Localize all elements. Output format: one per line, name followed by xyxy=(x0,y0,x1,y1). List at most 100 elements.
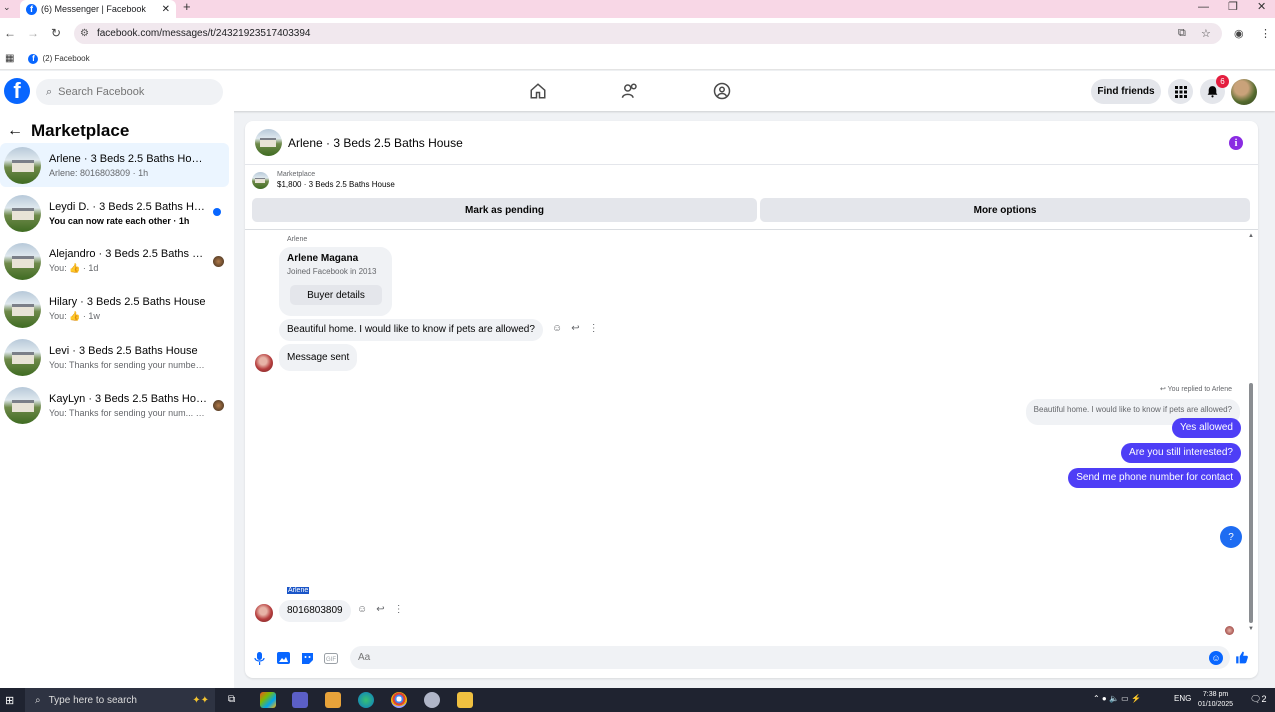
like-thumb-icon[interactable] xyxy=(1235,650,1249,664)
conversation-item[interactable]: KayLyn · 3 Beds 2.5 Baths House You: Tha… xyxy=(0,383,229,427)
info-icon[interactable]: i xyxy=(1229,136,1243,150)
conversation-name: Leydi D. · 3 Beds 2.5 Baths House xyxy=(49,200,207,213)
apps-grid-icon[interactable]: ▦ xyxy=(5,53,14,64)
notification-center-icon[interactable]: 🗨2 xyxy=(1250,694,1266,705)
back-icon[interactable]: ← xyxy=(4,26,16,40)
marketplace-sidebar: ← Marketplace Arlene · 3 Beds 2.5 Baths … xyxy=(0,111,234,688)
listing-thumbnail xyxy=(252,171,269,189)
new-tab-icon[interactable]: + xyxy=(183,0,191,14)
mark-as-pending-button[interactable]: Mark as pending xyxy=(252,198,757,222)
listing-summary[interactable]: Marketplace $1,800 · 3 Beds 2.5 Baths Ho… xyxy=(252,171,395,189)
restore-icon[interactable]: ❐ xyxy=(1228,0,1238,18)
windows-start-icon[interactable]: ⊞ xyxy=(5,694,14,707)
profile-icon[interactable]: ◉ xyxy=(1234,27,1244,40)
divider xyxy=(245,229,1258,230)
reply-icon[interactable]: ↩ xyxy=(376,604,384,615)
site-info-icon[interactable]: ⚙ xyxy=(80,28,89,39)
reload-icon[interactable]: ↻ xyxy=(51,26,61,40)
gif-icon[interactable]: GIF xyxy=(324,651,338,665)
taskbar-search[interactable]: ⌕ Type here to search ✦✦ xyxy=(25,688,215,712)
outgoing-message[interactable]: Are you still interested? xyxy=(1121,443,1241,463)
account-avatar[interactable] xyxy=(1231,79,1257,105)
store-app-icon[interactable] xyxy=(325,692,341,708)
more-icon[interactable]: ⋮ xyxy=(589,323,599,334)
reply-arrow-icon: ↩ xyxy=(1159,386,1168,393)
outgoing-message[interactable]: Send me phone number for contact xyxy=(1068,468,1241,488)
tab-close-icon[interactable]: ✕ xyxy=(162,4,170,15)
minimize-icon[interactable]: — xyxy=(1198,0,1209,18)
react-emoji-icon[interactable]: ☺ xyxy=(357,604,367,615)
browser-menu-icon[interactable]: ⋮ xyxy=(1260,27,1271,40)
search-input[interactable] xyxy=(58,86,209,98)
conversation-item[interactable]: Leydi D. · 3 Beds 2.5 Baths House You ca… xyxy=(0,191,229,235)
bookmark-star-icon[interactable]: ☆ xyxy=(1201,27,1211,40)
outgoing-message[interactable]: Yes allowed xyxy=(1171,418,1241,438)
back-arrow-icon[interactable]: ← xyxy=(7,122,23,140)
conversation-item[interactable]: Levi · 3 Beds 2.5 Baths House You: Thank… xyxy=(0,335,229,379)
find-friends-button[interactable]: Find friends xyxy=(1091,79,1161,104)
edge-browser-icon[interactable] xyxy=(358,692,374,708)
listing-thumbnail xyxy=(4,194,41,232)
friends-icon[interactable] xyxy=(620,81,640,101)
menu-grid-icon[interactable] xyxy=(1168,79,1193,104)
copilot-sparkle-icon[interactable]: ✦✦ xyxy=(192,695,209,706)
conversation-name: Arlene · 3 Beds 2.5 Baths House xyxy=(49,152,207,165)
chat-title[interactable]: Arlene · 3 Beds 2.5 Baths House xyxy=(288,136,463,150)
install-app-icon[interactable]: ⧉ xyxy=(1178,27,1186,40)
conversation-item[interactable]: Hilary · 3 Beds 2.5 Baths House You: 👍 ·… xyxy=(0,287,229,331)
conversation-preview: You: 👍 · 1w xyxy=(49,311,100,321)
conversation-preview: You can now rate each other · 1h xyxy=(49,215,190,226)
window-close-icon[interactable]: ✕ xyxy=(1257,0,1266,18)
seen-avatar xyxy=(1225,626,1234,635)
buyer-name: Arlene Magana xyxy=(287,253,359,264)
arlene-avatar[interactable] xyxy=(255,354,273,372)
question-bubble[interactable]: ? xyxy=(1220,526,1242,548)
react-emoji-icon[interactable]: ☺ xyxy=(552,323,562,334)
taskbar-clock[interactable]: 7:38 pm 01/10/2025 xyxy=(1198,690,1233,710)
file-explorer-icon[interactable] xyxy=(457,692,473,708)
tray-icons[interactable]: ⌃ ● 🔈 ▭ ⚡ xyxy=(1093,694,1141,703)
system-message: Message sent xyxy=(279,344,358,371)
listing-thumbnail[interactable] xyxy=(255,129,282,156)
sidebar-header: ← Marketplace xyxy=(7,121,129,141)
save-app-icon[interactable] xyxy=(292,692,308,708)
emoji-icon[interactable]: ☺ xyxy=(1209,651,1223,665)
scrollbar-thumb[interactable] xyxy=(1249,383,1253,623)
scroll-down-icon[interactable]: ▼ xyxy=(1248,626,1254,632)
browser-tab-messenger[interactable]: f (6) Messenger | Facebook ✕ xyxy=(20,0,176,18)
chrome-browser-icon[interactable] xyxy=(391,692,407,708)
conversation-name: Hilary · 3 Beds 2.5 Baths House xyxy=(49,296,206,308)
incoming-message[interactable]: Beautiful home. I would like to know if … xyxy=(279,319,543,341)
listing-thumbnail xyxy=(4,386,41,424)
photo-icon[interactable] xyxy=(276,651,290,665)
scroll-up-icon[interactable]: ▲ xyxy=(1248,233,1254,239)
unread-dot-icon xyxy=(213,208,221,216)
facebook-favicon-icon: f xyxy=(26,3,37,15)
copilot-app-icon[interactable] xyxy=(260,692,276,708)
forward-icon[interactable]: → xyxy=(27,26,39,40)
buyer-card: Arlene Magana Joined Facebook in 2013 Bu… xyxy=(279,247,392,316)
incoming-message[interactable]: 8016803809 xyxy=(279,600,351,622)
search-icon: ⌕ xyxy=(46,85,53,98)
search-box[interactable]: ⌕ xyxy=(36,79,223,105)
app-icon[interactable] xyxy=(424,692,440,708)
home-icon[interactable] xyxy=(528,81,548,101)
address-bar[interactable]: ⚙ facebook.com/messages/t/24321923517403… xyxy=(74,23,1222,44)
more-options-button[interactable]: More options xyxy=(760,198,1250,222)
more-icon[interactable]: ⋮ xyxy=(394,604,404,615)
buyer-details-button[interactable]: Buyer details xyxy=(290,285,382,305)
conversation-item[interactable]: Alejandro · 3 Beds 2.5 Baths Ho... You: … xyxy=(0,239,229,283)
task-view-icon[interactable]: ⧉ xyxy=(228,694,235,705)
facebook-logo-icon[interactable]: f xyxy=(4,78,30,104)
tab-list-chevron-icon[interactable]: ⌄ xyxy=(3,2,11,13)
bookmark-facebook[interactable]: f (2) Facebook xyxy=(28,53,90,64)
reply-icon[interactable]: ↩ xyxy=(571,323,579,334)
microphone-icon[interactable] xyxy=(252,651,266,665)
groups-icon[interactable] xyxy=(712,81,732,101)
browser-tabstrip: ⌄ f (6) Messenger | Facebook ✕ + — ❐ ✕ xyxy=(0,0,1275,18)
arlene-avatar[interactable] xyxy=(255,604,273,622)
language-indicator[interactable]: ENG xyxy=(1174,694,1191,703)
conversation-item[interactable]: Arlene · 3 Beds 2.5 Baths House Arlene: … xyxy=(0,143,229,187)
message-input[interactable] xyxy=(350,646,1230,669)
sticker-icon[interactable] xyxy=(300,651,314,665)
